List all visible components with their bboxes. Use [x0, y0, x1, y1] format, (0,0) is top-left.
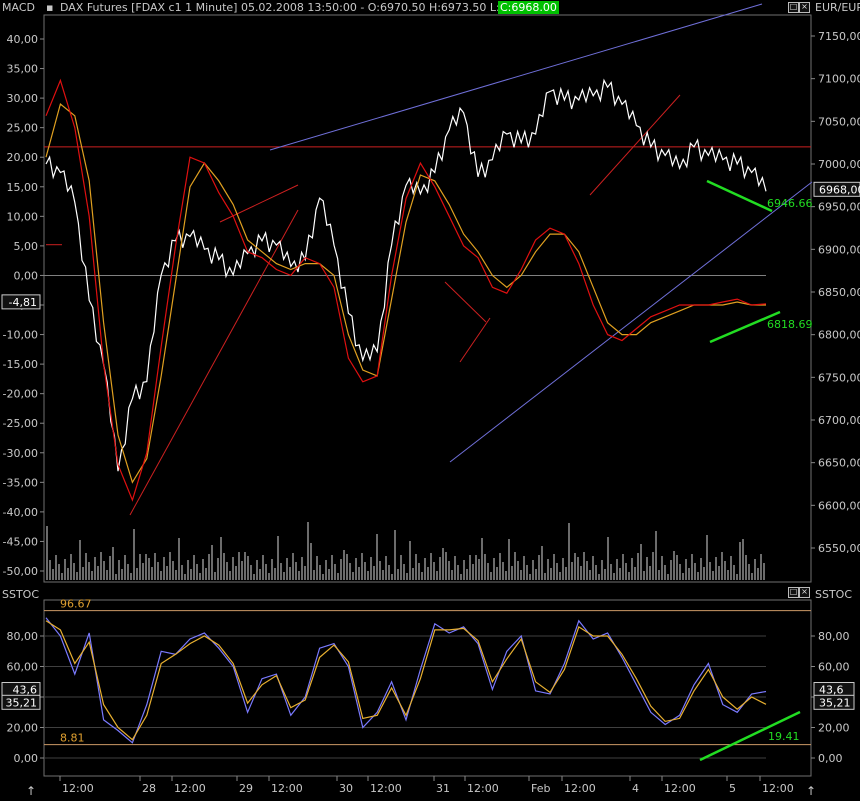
chart-title: DAX Futures [FDAX c1 1 Minute] 05.02.200… — [60, 1, 546, 14]
stoch-tick-label-right: 0,00 — [818, 752, 843, 765]
stoch-tick-label-left: 0,00 — [14, 752, 39, 765]
price-tick-label: 6650,00 — [818, 457, 860, 470]
price-tick-label: 6800,00 — [818, 329, 860, 342]
close-price-badge: C:6968.00 — [498, 1, 559, 14]
price-tick-label: 7150,00 — [818, 30, 860, 43]
stoch-d-badge-left: 35,21 — [6, 696, 38, 709]
lower-close-button[interactable]: × — [799, 587, 810, 598]
stoch-divergence-label: 19.41 — [768, 730, 800, 743]
macd-tick-label: 40,00 — [7, 33, 39, 46]
time-axis-label: Feb — [531, 782, 550, 795]
price-tick-label: 6900,00 — [818, 243, 860, 256]
price-divergence-line — [706, 179, 773, 213]
time-axis-label: 28 — [142, 782, 156, 795]
price-tick-label: 6600,00 — [818, 499, 860, 512]
close-button[interactable]: × — [799, 2, 810, 13]
stoch-tick-label-right: 80,00 — [818, 630, 850, 643]
time-axis-label: 12:00 — [62, 782, 94, 795]
price-tick-label: 6700,00 — [818, 414, 860, 427]
lower-panel-name: SSTOC — [2, 588, 40, 601]
macd-tick-label: 10,00 — [7, 210, 39, 223]
time-axis-label: 12:00 — [370, 782, 402, 795]
chart-canvas: 40,0035,0030,0025,0020,0015,0010,005,000… — [1, 3, 860, 798]
macd-tick-label: -15,00 — [3, 358, 38, 371]
stoch-tick-label-left: 80,00 — [7, 630, 39, 643]
macd-tick-label: -40,00 — [3, 506, 38, 519]
macd-tick-label: -50,00 — [3, 565, 38, 578]
upper-panel-frame — [43, 14, 812, 583]
price-tick-label: 6850,00 — [818, 286, 860, 299]
blue-upper-trendline — [269, 3, 763, 151]
macd-tick-label: -35,00 — [3, 476, 38, 489]
macd-tick-label: -30,00 — [3, 447, 38, 460]
lower-minimize-button[interactable]: □ — [788, 587, 799, 598]
macd-tick-label: 15,00 — [7, 181, 39, 194]
scroll-arrow-right-icon: ↑ — [806, 784, 816, 797]
time-axis-label: 4 — [632, 782, 639, 795]
time-axis-label: 12:00 — [762, 782, 794, 795]
stoch-tick-label-left: 60,00 — [7, 661, 39, 674]
time-axis-label: 29 — [239, 782, 253, 795]
macd-tick-label: 0,00 — [14, 269, 39, 282]
red-trendline-31 — [444, 281, 487, 323]
macd-tick-label: -20,00 — [3, 388, 38, 401]
price-tick-label: 7100,00 — [818, 73, 860, 86]
macd-tick-label: 20,00 — [7, 151, 39, 164]
price-current-badge: 6968,00 — [819, 183, 860, 196]
macd-tick-label: -25,00 — [3, 417, 38, 430]
stoch-k-badge-right: 43,6 — [819, 684, 844, 697]
window-icon: ▪ — [46, 1, 54, 14]
macd-line — [45, 78, 767, 502]
macd-tick-label: 30,00 — [7, 92, 39, 105]
time-axis-label: 5 — [729, 782, 736, 795]
macd-divergence-label: 6818.69 — [767, 318, 813, 331]
price-tick-label: 6950,00 — [818, 201, 860, 214]
macd-current-badge: -4,81 — [9, 296, 37, 309]
price-divergence-label: 6946.66 — [767, 197, 813, 210]
price-tick-label: 6750,00 — [818, 371, 860, 384]
macd-tick-label: 5,00 — [14, 240, 39, 253]
stoch-upper-level-label: 96.67 — [60, 598, 92, 611]
macd-tick-label: 25,00 — [7, 122, 39, 135]
time-axis-label: 31 — [436, 782, 450, 795]
time-axis-label: 30 — [339, 782, 353, 795]
price-tick-label: 7000,00 — [818, 158, 860, 171]
red-trendline-31b — [459, 317, 491, 363]
stoch-tick-label-left: 20,00 — [7, 722, 39, 735]
price-tick-label: 6550,00 — [818, 542, 860, 555]
price-tick-label: 7050,00 — [818, 115, 860, 128]
macd-tick-label: 35,00 — [7, 63, 39, 76]
minimize-button[interactable]: □ — [788, 2, 799, 13]
red-uptrend-line-2 — [219, 184, 299, 223]
time-axis-label: 12:00 — [564, 782, 596, 795]
scroll-arrow-left-icon: ↑ — [26, 784, 36, 797]
time-axis-label: 12:00 — [467, 782, 499, 795]
stoch-tick-label-right: 20,00 — [818, 722, 850, 735]
currency-label: EUR/EUR — [815, 1, 860, 14]
macd-tick-label: -45,00 — [3, 535, 38, 548]
stoch-d-badge-right: 35,21 — [819, 696, 851, 709]
macd-tick-label: -10,00 — [3, 329, 38, 342]
chart-window: 40,00 35,00 30,00 25,00 20,00 15,00 10,00 5,00 0… — [0, 0, 860, 798]
red-uptrend-line-feb — [589, 94, 681, 196]
stoch-k-badge-left: 43,6 — [13, 684, 38, 697]
stoch-lower-level-label: 8.81 — [60, 732, 85, 745]
stoch-tick-label-right: 60,00 — [818, 661, 850, 674]
time-axis-label: 12:00 — [271, 782, 303, 795]
time-axis-label: 12:00 — [174, 782, 206, 795]
lower-panel-name-right: SSTOC — [815, 588, 853, 601]
indicator-name: MACD — [2, 1, 35, 14]
time-axis-label: 12:00 — [664, 782, 696, 795]
